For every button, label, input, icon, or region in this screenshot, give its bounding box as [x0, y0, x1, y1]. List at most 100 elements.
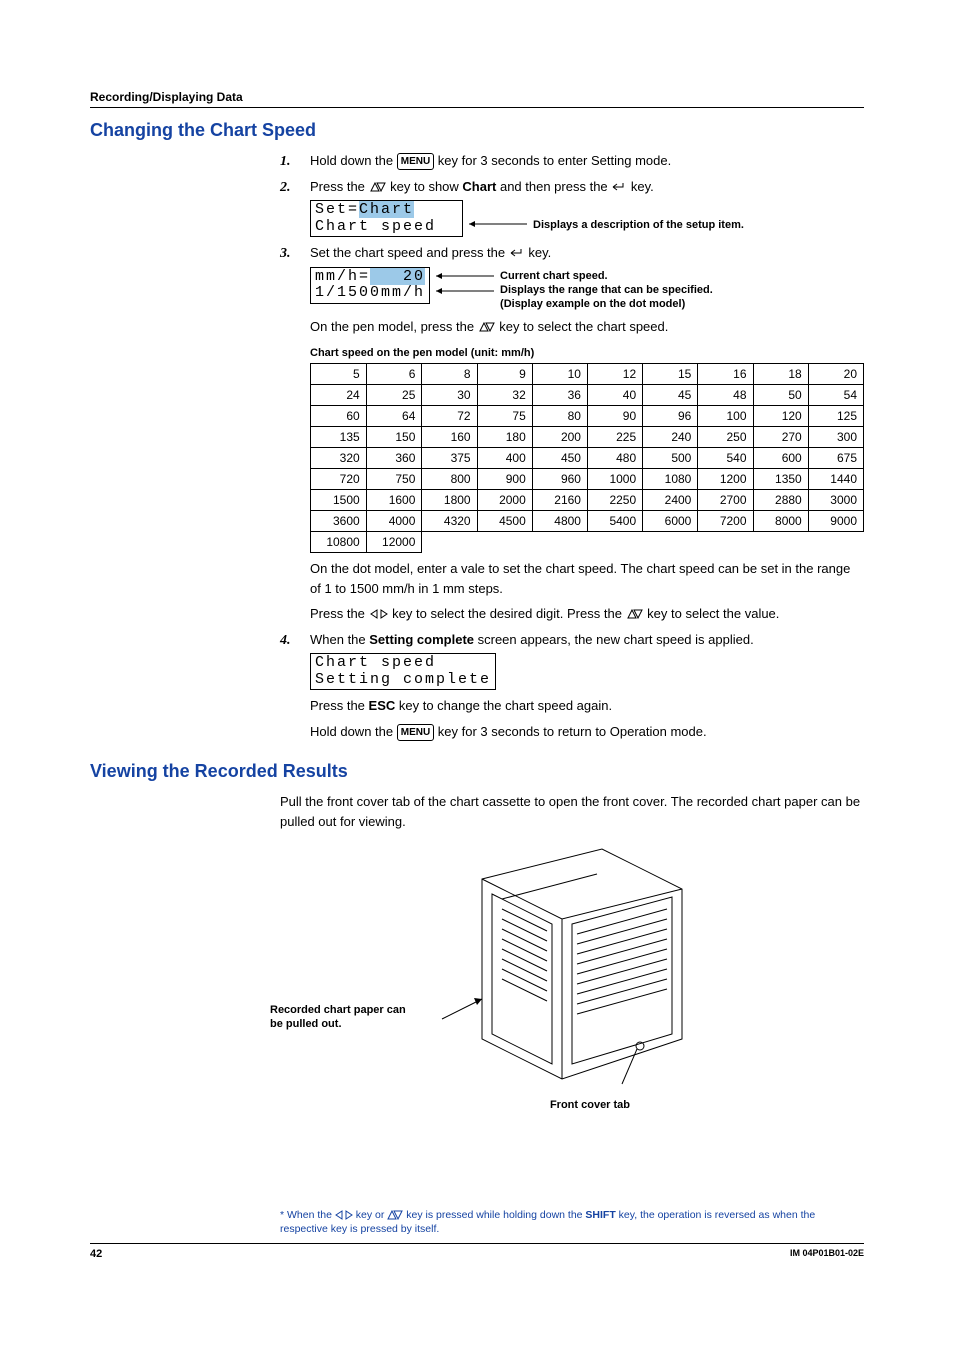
viewing-results-para: Pull the front cover tab of the chart ca…	[280, 792, 864, 831]
up-down-key-icon	[387, 1209, 403, 1221]
speed-cell	[808, 532, 863, 553]
speed-cell	[477, 532, 532, 553]
speed-cell	[753, 532, 808, 553]
speed-cell: 10800	[311, 532, 367, 553]
speed-cell: 1200	[698, 469, 753, 490]
speed-cell: 675	[808, 448, 863, 469]
speed-cell: 750	[366, 469, 422, 490]
speed-cell: 60	[311, 406, 367, 427]
up-down-key-icon	[626, 606, 644, 621]
speed-cell: 1080	[643, 469, 698, 490]
speed-cell: 80	[532, 406, 587, 427]
speed-cell: 5400	[587, 511, 642, 532]
speed-cell	[587, 532, 642, 553]
footnote-shift-key: * When the key or key is pressed while h…	[280, 1209, 864, 1236]
speed-cell: 1500	[311, 490, 367, 511]
speed-cell: 250	[698, 427, 753, 448]
speed-cell: 6	[366, 364, 422, 385]
speed-cell: 72	[422, 406, 477, 427]
speed-cell: 1000	[587, 469, 642, 490]
up-down-key-icon	[369, 179, 387, 194]
speed-cell: 18	[753, 364, 808, 385]
step-1: 1. Hold down the MENU key for 3 seconds …	[280, 151, 864, 171]
dot-model-para-1: On the dot model, enter a vale to set th…	[310, 559, 864, 598]
speed-cell: 3600	[311, 511, 367, 532]
menu-key-badge: MENU	[397, 153, 434, 170]
speed-cell: 500	[643, 448, 698, 469]
speed-cell: 400	[477, 448, 532, 469]
speed-cell: 10	[532, 364, 587, 385]
speed-cell: 48	[698, 385, 753, 406]
speed-cell: 160	[422, 427, 477, 448]
speed-cell: 6000	[643, 511, 698, 532]
step-4: 4. When the Setting complete screen appe…	[280, 630, 864, 742]
speed-cell: 4800	[532, 511, 587, 532]
speed-cell: 600	[753, 448, 808, 469]
speed-cell: 96	[643, 406, 698, 427]
speed-cell: 2160	[532, 490, 587, 511]
document-id: IM 04P01B01-02E	[790, 1248, 864, 1260]
step-3: 3. Set the chart speed and press the key…	[280, 243, 864, 624]
speed-cell: 150	[366, 427, 422, 448]
speed-cell: 540	[698, 448, 753, 469]
menu-hold-instruction: Hold down the MENU key for 3 seconds to …	[310, 722, 864, 742]
chart-speed-table: 5689101215161820242530323640454850546064…	[310, 363, 864, 553]
speed-cell: 3000	[808, 490, 863, 511]
speed-cell: 90	[587, 406, 642, 427]
speed-cell: 360	[366, 448, 422, 469]
speed-cell: 8	[422, 364, 477, 385]
speed-cell: 450	[532, 448, 587, 469]
enter-key-icon	[509, 245, 525, 260]
speed-cell: 240	[643, 427, 698, 448]
speed-table-caption: Chart speed on the pen model (unit: mm/h…	[310, 345, 864, 362]
up-down-key-icon	[478, 319, 496, 334]
speed-cell: 8000	[753, 511, 808, 532]
left-right-key-icon	[369, 606, 389, 621]
speed-cell	[643, 532, 698, 553]
annotation-chart-speed: Current chart speed. Displays the range …	[500, 269, 713, 312]
speed-cell: 40	[587, 385, 642, 406]
speed-cell: 1440	[808, 469, 863, 490]
speed-cell: 50	[753, 385, 808, 406]
speed-cell: 24	[311, 385, 367, 406]
speed-cell: 900	[477, 469, 532, 490]
speed-cell: 30	[422, 385, 477, 406]
speed-cell: 2700	[698, 490, 753, 511]
speed-cell: 54	[808, 385, 863, 406]
speed-cell: 75	[477, 406, 532, 427]
speed-cell: 2880	[753, 490, 808, 511]
label-recorded-paper: Recorded chart paper can be pulled out.	[270, 1004, 420, 1030]
speed-cell	[422, 532, 477, 553]
speed-cell: 4000	[366, 511, 422, 532]
pen-model-instruction: On the pen model, press the key to selec…	[310, 317, 864, 337]
menu-key-badge: MENU	[397, 724, 434, 741]
speed-cell: 1600	[366, 490, 422, 511]
lcd-display-mm-h: mm/h= 201/1500mm/h	[310, 267, 430, 304]
speed-cell: 200	[532, 427, 587, 448]
speed-cell	[698, 532, 753, 553]
esc-instruction: Press the ESC key to change the chart sp…	[310, 696, 864, 716]
speed-cell: 36	[532, 385, 587, 406]
speed-cell	[532, 532, 587, 553]
speed-cell: 225	[587, 427, 642, 448]
speed-cell: 1800	[422, 490, 477, 511]
speed-cell: 320	[311, 448, 367, 469]
speed-cell: 480	[587, 448, 642, 469]
speed-cell: 9000	[808, 511, 863, 532]
step-2: 2. Press the key to show Chart and then …	[280, 177, 864, 238]
speed-cell: 300	[808, 427, 863, 448]
section-heading-viewing-results: Viewing the Recorded Results	[90, 761, 864, 782]
speed-cell: 32	[477, 385, 532, 406]
speed-cell: 20	[808, 364, 863, 385]
device-illustration	[422, 839, 722, 1119]
annotation-arrow-icon	[430, 267, 500, 301]
speed-cell: 800	[422, 469, 477, 490]
speed-cell: 180	[477, 427, 532, 448]
speed-cell: 375	[422, 448, 477, 469]
dot-model-para-2: Press the key to select the desired digi…	[310, 604, 864, 624]
speed-cell: 45	[643, 385, 698, 406]
speed-cell: 1350	[753, 469, 808, 490]
lcd-display-setting-complete: Chart speed Setting complete	[310, 653, 496, 690]
speed-cell: 135	[311, 427, 367, 448]
speed-cell: 2250	[587, 490, 642, 511]
